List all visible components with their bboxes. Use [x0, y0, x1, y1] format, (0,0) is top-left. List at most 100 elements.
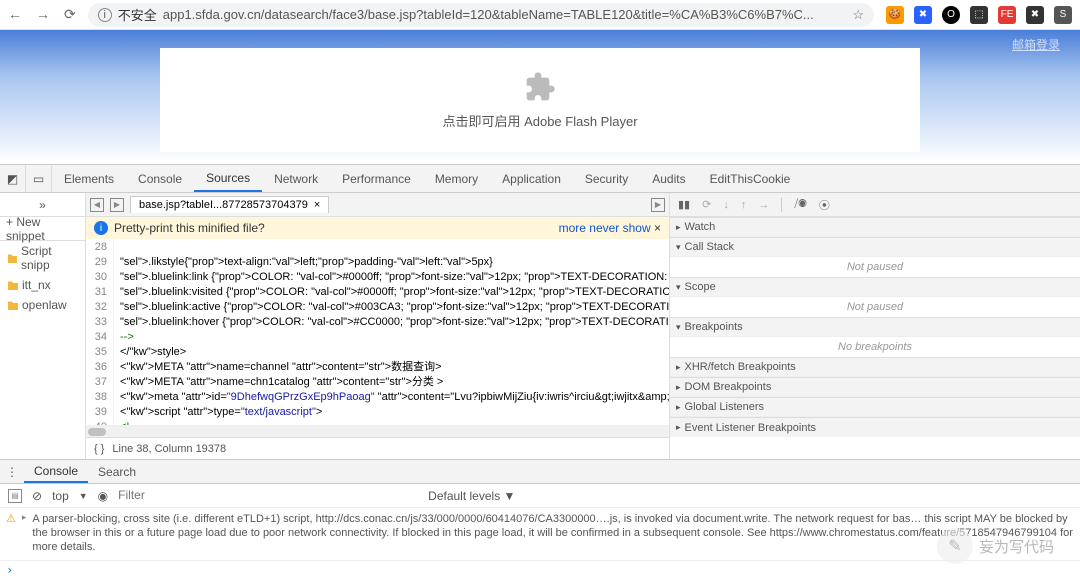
scrollbar-horizontal[interactable] [86, 425, 669, 437]
code-area[interactable]: 2829303132333435363738394041 "sel">.liks… [86, 239, 669, 425]
section-dom-bp[interactable]: ▸DOM Breakpoints [670, 377, 1080, 397]
tab-editthiscookie[interactable]: EditThisCookie [698, 165, 803, 192]
tab-network[interactable]: Network [262, 165, 330, 192]
snippet-file[interactable]: openlaw [0, 295, 85, 315]
close-icon[interactable]: × [654, 221, 661, 235]
tab-memory[interactable]: Memory [423, 165, 490, 192]
ext-icon[interactable]: ✖ [1026, 6, 1044, 24]
step-into-icon[interactable]: ↓ [723, 199, 729, 211]
panel-expand-icon[interactable]: » [0, 193, 85, 217]
puzzle-icon [524, 71, 556, 103]
tab-application[interactable]: Application [490, 165, 573, 192]
expand-icon[interactable]: ▸ [22, 512, 27, 556]
forward-icon[interactable]: → [36, 6, 50, 23]
step-icon[interactable]: → [758, 199, 769, 211]
filter-input[interactable] [118, 488, 298, 503]
page-content: 邮箱登录 点击即可启用 Adobe Flash Player [0, 30, 1080, 164]
levels-select[interactable]: Default levels ▼ [428, 489, 515, 503]
breakpoints-body: No breakpoints [670, 337, 1080, 357]
context-select[interactable]: top [52, 489, 69, 503]
format-icon[interactable]: { } [94, 443, 104, 455]
inspect-icon[interactable]: ◩ [0, 165, 26, 192]
file-icon [8, 300, 18, 310]
new-snippet-button[interactable]: + New snippet [0, 217, 85, 241]
devtools: ◩ ▭ Elements Console Sources Network Per… [0, 164, 1080, 459]
tab-elements[interactable]: Elements [52, 165, 126, 192]
tab-search[interactable]: Search [88, 460, 146, 483]
callstack-body: Not paused [670, 257, 1080, 277]
devtools-body: » + New snippet Script snipp itt_nx open… [0, 193, 1080, 459]
devtools-tabs: ◩ ▭ Elements Console Sources Network Per… [0, 165, 1080, 193]
watermark: ✎ 妄为写代码 [937, 528, 1054, 564]
insecure-label: 不安全 [118, 5, 157, 24]
file-tabs: ◀ ▶ base.jsp?tableI...87728573704379 × ▶ [86, 193, 669, 217]
pretty-links[interactable]: more never show [559, 221, 651, 235]
clear-icon[interactable]: ⊘ [32, 489, 42, 503]
section-callstack[interactable]: ▾Call Stack [670, 237, 1080, 257]
file-tab[interactable]: base.jsp?tableI...87728573704379 × [130, 196, 329, 213]
back-icon[interactable]: ← [8, 6, 22, 23]
step-out-icon[interactable]: ↑ [741, 199, 747, 211]
nav-back-icon[interactable]: ◀ [90, 198, 104, 212]
pause-icon[interactable]: ▮▮ [678, 198, 690, 211]
extension-icons: 🍪 ✖ O ⬚ FE ✖ S [886, 6, 1072, 24]
editor-status: { } Line 38, Column 19378 [86, 437, 669, 459]
console-message: ⚠ ▸ A parser-blocking, cross site (i.e. … [0, 508, 1080, 560]
snippet-file[interactable]: Script snipp [0, 241, 85, 275]
eye-icon[interactable]: ◉ [98, 489, 108, 503]
warning-text: A parser-blocking, cross site (i.e. diff… [32, 512, 1074, 556]
tab-console[interactable]: Console [24, 460, 88, 483]
snippet-file[interactable]: itt_nx [0, 275, 85, 295]
device-icon[interactable]: ▭ [26, 165, 52, 192]
tab-sources[interactable]: Sources [194, 165, 262, 192]
debugger-panel: ▮▮ ⟳ ↓ ↑ → ⧸◉ ⦿ ▸Watch ▾Call Stack Not p… [670, 193, 1080, 459]
info-icon[interactable]: i [98, 8, 112, 22]
run-icon[interactable]: ▶ [651, 198, 665, 212]
browser-toolbar: ← → ⟳ i 不安全 app1.sfda.gov.cn/datasearch/… [0, 0, 1080, 30]
watermark-avatar: ✎ [937, 528, 973, 564]
tab-console[interactable]: Console [126, 165, 194, 192]
mail-login-link[interactable]: 邮箱登录 [1012, 36, 1060, 53]
tab-security[interactable]: Security [573, 165, 640, 192]
nav-icons: ← → ⟳ [8, 6, 76, 23]
snippets-panel: » + New snippet Script snipp itt_nx open… [0, 193, 86, 459]
warning-icon: ⚠ [6, 512, 16, 556]
console-prompt[interactable]: › [0, 560, 1080, 578]
section-scope[interactable]: ▾Scope [670, 277, 1080, 297]
flash-text: 点击即可启用 Adobe Flash Player [442, 111, 637, 130]
address-bar[interactable]: i 不安全 app1.sfda.gov.cn/datasearch/face3/… [88, 3, 874, 27]
step-over-icon[interactable]: ⟳ [702, 198, 711, 211]
star-icon[interactable]: ☆ [852, 7, 864, 23]
ext-icon[interactable]: ✖ [914, 6, 932, 24]
tab-audits[interactable]: Audits [640, 165, 697, 192]
file-icon [8, 253, 17, 263]
pause-exceptions-icon[interactable]: ⦿ [819, 197, 830, 213]
drawer-tabs: ⋮ Console Search [0, 460, 1080, 484]
ext-icon[interactable]: S [1054, 6, 1072, 24]
section-event-bp[interactable]: ▸Event Listener Breakpoints [670, 417, 1080, 437]
section-global[interactable]: ▸Global Listeners [670, 397, 1080, 417]
tab-performance[interactable]: Performance [330, 165, 423, 192]
nav-fwd-icon[interactable]: ▶ [110, 198, 124, 212]
source-editor: ◀ ▶ base.jsp?tableI...87728573704379 × ▶… [86, 193, 670, 459]
info-icon: i [94, 221, 108, 235]
section-breakpoints[interactable]: ▾Breakpoints [670, 317, 1080, 337]
drawer-menu-icon[interactable]: ⋮ [0, 460, 24, 483]
console-toolbar: ▤ ⊘ top ▼ ◉ Default levels ▼ [0, 484, 1080, 508]
close-icon[interactable]: × [314, 199, 320, 211]
sidebar-toggle-icon[interactable]: ▤ [8, 489, 22, 503]
code-lines[interactable]: "sel">.likstyle{"prop">text-align:"val">… [114, 239, 669, 425]
file-icon [8, 280, 18, 290]
reload-icon[interactable]: ⟳ [64, 6, 76, 23]
pretty-print-bar: i Pretty-print this minified file? more … [86, 217, 669, 239]
ext-icon[interactable]: 🍪 [886, 6, 904, 24]
ext-icon[interactable]: FE [998, 6, 1016, 24]
ext-icon[interactable]: O [942, 6, 960, 24]
ext-icon[interactable]: ⬚ [970, 6, 988, 24]
flash-placeholder[interactable]: 点击即可启用 Adobe Flash Player [160, 48, 920, 152]
scrollbar-thumb[interactable] [88, 428, 106, 436]
deactivate-bp-icon[interactable]: ⧸◉ [794, 198, 807, 211]
section-watch[interactable]: ▸Watch [670, 217, 1080, 237]
section-xhr[interactable]: ▸XHR/fetch Breakpoints [670, 357, 1080, 377]
line-gutter: 2829303132333435363738394041 [86, 239, 114, 425]
